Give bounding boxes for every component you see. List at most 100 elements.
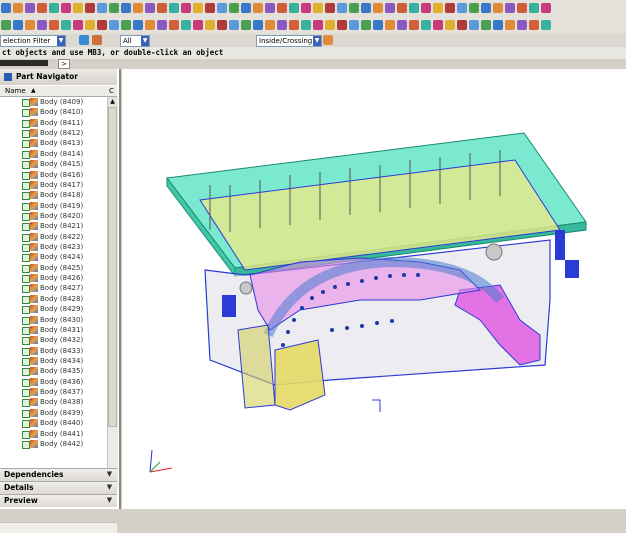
toolbar-tool-icon[interactable] (325, 3, 335, 13)
toolbar-tool-icon[interactable] (73, 3, 83, 13)
tree-row[interactable]: Body (8431) (0, 325, 107, 335)
tab-scroll-button[interactable]: > (58, 59, 70, 69)
toolbar-tool-icon[interactable] (25, 20, 35, 30)
toolbar-tool-icon[interactable] (25, 3, 35, 13)
visibility-checkbox[interactable] (22, 347, 30, 356)
toolbar-tool-icon[interactable] (397, 20, 407, 30)
toolbar-tool-icon[interactable] (265, 20, 275, 30)
toolbar-tool-icon[interactable] (421, 3, 431, 13)
toolbar-tool-icon[interactable] (445, 3, 455, 13)
toolbar-tool-icon[interactable] (517, 3, 527, 13)
tree-row[interactable]: Body (8425) (0, 263, 107, 273)
toolbar-tool-icon[interactable] (193, 20, 203, 30)
visibility-checkbox[interactable] (22, 399, 30, 408)
tree-row[interactable]: Body (8428) (0, 294, 107, 304)
toolbar-tool-icon[interactable] (13, 20, 23, 30)
visibility-checkbox[interactable] (22, 368, 30, 377)
tree-row[interactable]: Body (8422) (0, 232, 107, 242)
type-filter-dropdown[interactable]: election Filter ▼ (0, 35, 66, 47)
toolbar-tool-icon[interactable] (385, 20, 395, 30)
preview-panel-header[interactable]: Preview ▼ (0, 494, 117, 507)
toolbar-tool-icon[interactable] (253, 20, 263, 30)
toolbar-tool-icon[interactable] (301, 3, 311, 13)
toolbar-tool-icon[interactable] (361, 3, 371, 13)
tree-row[interactable]: Body (8439) (0, 408, 107, 418)
visibility-checkbox[interactable] (22, 306, 30, 315)
tree-row[interactable]: Body (8435) (0, 366, 107, 377)
tree-row[interactable]: Body (8416) (0, 170, 107, 180)
toolbar-tool-icon[interactable] (73, 20, 83, 30)
toolbar-tool-icon[interactable] (277, 20, 287, 30)
column-c-header[interactable]: C (109, 86, 114, 96)
visibility-checkbox[interactable] (22, 254, 30, 263)
tree-row[interactable]: Body (8411) (0, 118, 107, 128)
visibility-checkbox[interactable] (22, 295, 30, 304)
toolbar-tool-icon[interactable] (157, 3, 167, 13)
toolbar-tool-icon[interactable] (37, 3, 47, 13)
toolbar-tool-icon[interactable] (457, 3, 467, 13)
tree-row[interactable]: Body (8412) (0, 128, 107, 139)
toolbar-tool-icon[interactable] (1, 20, 11, 30)
toolbar-tool-icon[interactable] (49, 3, 59, 13)
toolbar-tool-icon[interactable] (337, 20, 347, 30)
toolbar-tool-icon[interactable] (205, 20, 215, 30)
toolbar-tool-icon[interactable] (421, 20, 431, 30)
toolbar-tool-icon[interactable] (85, 3, 95, 13)
toolbar-tool-icon[interactable] (109, 3, 119, 13)
tree-row[interactable]: Body (8440) (0, 418, 107, 429)
toolbar-tool-icon[interactable] (493, 20, 503, 30)
tree-row[interactable]: Body (8413) (0, 138, 107, 149)
visibility-checkbox[interactable] (22, 181, 30, 190)
toolbar-tool-icon[interactable] (193, 3, 203, 13)
visibility-checkbox[interactable] (22, 223, 30, 232)
toolbar-tool-icon[interactable] (289, 3, 299, 13)
visibility-checkbox[interactable] (22, 430, 30, 439)
toolbar-tool-icon[interactable] (409, 3, 419, 13)
tree-row[interactable]: Body (8409) (0, 97, 107, 107)
tree-row[interactable]: Body (8420) (0, 211, 107, 221)
toolbar-tool-icon[interactable] (169, 3, 179, 13)
toolbar-tool-icon[interactable] (313, 3, 323, 13)
navigator-horizontal-scrollbar[interactable] (0, 522, 117, 533)
visibility-checkbox[interactable] (22, 212, 30, 221)
details-panel-header[interactable]: Details ▼ (0, 481, 117, 494)
toolbar-tool-icon[interactable] (145, 20, 155, 30)
filter-icon[interactable] (79, 35, 89, 45)
toolbar-tool-icon[interactable] (409, 20, 419, 30)
visibility-checkbox[interactable] (22, 285, 30, 294)
visibility-checkbox[interactable] (22, 150, 30, 159)
tree-row[interactable]: Body (8433) (0, 346, 107, 356)
select-mode-dropdown[interactable]: Inside/Crossing ▼ (256, 35, 322, 47)
toolbar-tool-icon[interactable] (61, 20, 71, 30)
toolbar-tool-icon[interactable] (289, 20, 299, 30)
scope-dropdown[interactable]: All ▼ (120, 35, 150, 47)
dependencies-panel-header[interactable]: Dependencies ▼ (0, 468, 117, 481)
visibility-checkbox[interactable] (22, 409, 30, 418)
visibility-checkbox[interactable] (22, 192, 30, 201)
visibility-checkbox[interactable] (22, 171, 30, 180)
toolbar-tool-icon[interactable] (481, 20, 491, 30)
visibility-checkbox[interactable] (22, 233, 30, 242)
navigator-vertical-scrollbar[interactable]: ▲ ▼ (107, 97, 118, 489)
toolbar-tool-icon[interactable] (121, 3, 131, 13)
tree-row[interactable]: Body (8437) (0, 387, 107, 398)
toolbar-tool-icon[interactable] (373, 20, 383, 30)
tree-row[interactable]: Body (8417) (0, 180, 107, 190)
toolbar-tool-icon[interactable] (157, 20, 167, 30)
toolbar-tool-icon[interactable] (349, 20, 359, 30)
visibility-checkbox[interactable] (22, 275, 30, 284)
toolbar-tool-icon[interactable] (529, 20, 539, 30)
tree-row[interactable]: Body (8427) (0, 283, 107, 294)
toolbar-tool-icon[interactable] (505, 20, 515, 30)
scroll-up-icon[interactable]: ▲ (108, 97, 117, 106)
tree-row[interactable]: Body (8419) (0, 201, 107, 211)
tree-row[interactable]: Body (8410) (0, 107, 107, 118)
toolbar-tool-icon[interactable] (313, 20, 323, 30)
toolbar-tool-icon[interactable] (229, 3, 239, 13)
toolbar-tool-icon[interactable] (133, 20, 143, 30)
tree-row[interactable]: Body (8436) (0, 377, 107, 387)
visibility-checkbox[interactable] (22, 130, 30, 139)
toolbar-tool-icon[interactable] (13, 3, 23, 13)
tree-row[interactable]: Body (8421) (0, 221, 107, 232)
column-name-header[interactable]: Name (5, 86, 26, 96)
